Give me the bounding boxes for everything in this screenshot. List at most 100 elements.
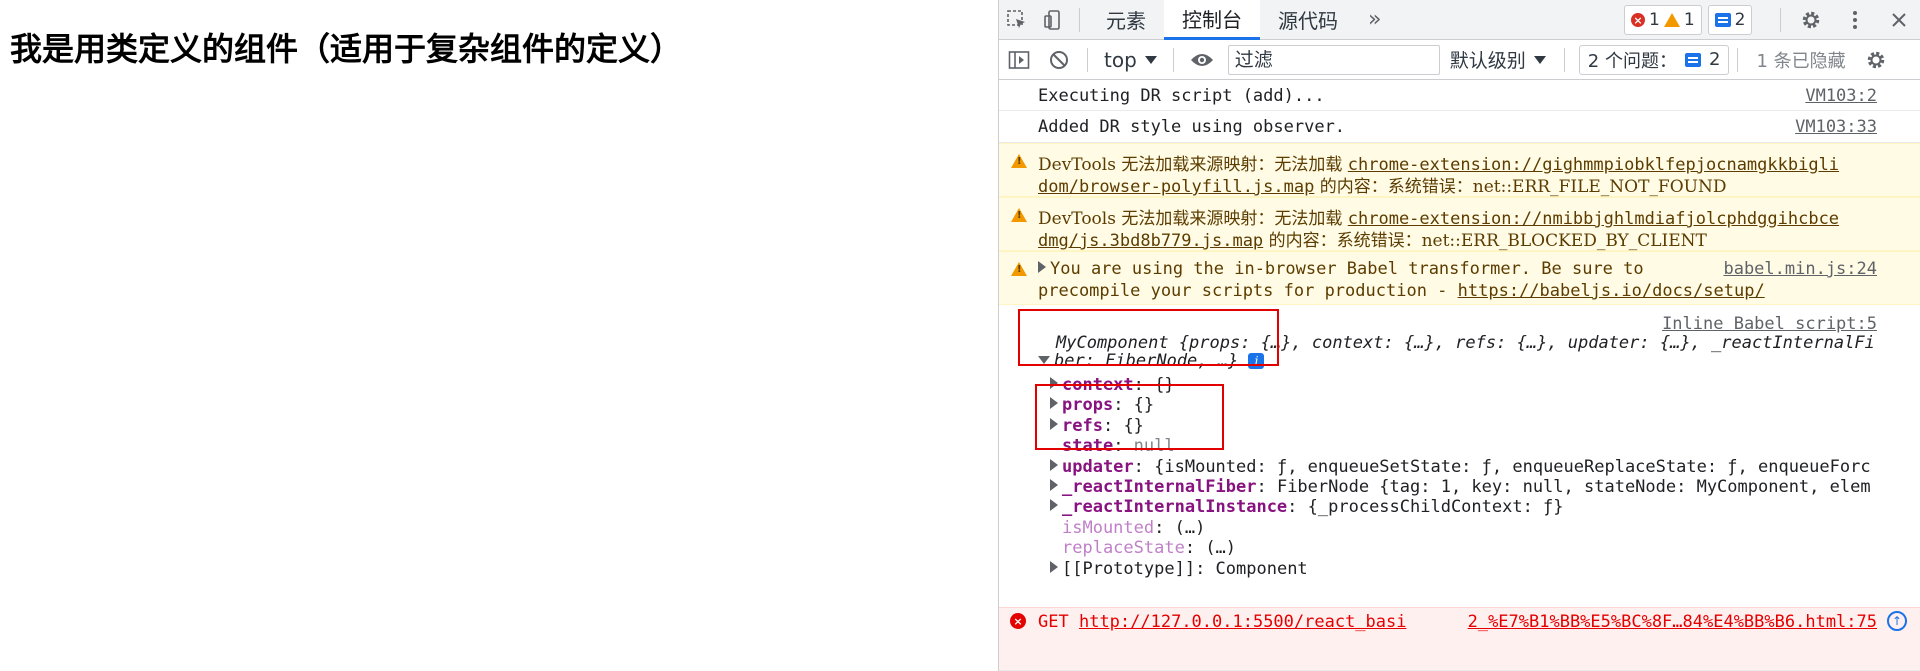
message-source-link[interactable]: VM103:33	[1795, 117, 1877, 137]
network-request-icon[interactable]: ↑	[1887, 611, 1907, 631]
message-icon	[1684, 52, 1701, 67]
error-url-link[interactable]: http://127.0.0.1:5500/react_basi	[1079, 612, 1407, 632]
tab-sources[interactable]: 源代码	[1260, 0, 1356, 40]
object-property-row[interactable]: [[Prototype]]: Component	[1050, 559, 1308, 579]
highlight-box	[1035, 384, 1224, 450]
object-property-row: replaceState: (…)	[1050, 538, 1236, 558]
property-key: isMounted	[1062, 517, 1155, 538]
web-page: 我是用类定义的组件（适用于复杂组件的定义）	[0, 0, 998, 671]
object-property-row[interactable]: updater: {isMounted: ƒ, enqueueSetState:…	[1050, 457, 1871, 477]
message-source-link[interactable]: babel.min.js:24	[1723, 259, 1877, 279]
issue-counters: × 1 1 2	[1624, 5, 1753, 35]
devtools-panel: 元素 控制台 源代码 » × 1 1 2 top 过滤 默认级别 2 个问题： …	[998, 0, 1920, 671]
eye-icon[interactable]	[1182, 40, 1222, 80]
message-source-link[interactable]: VM103:2	[1805, 86, 1877, 106]
warning-text: precompile your scripts for production -	[1038, 281, 1458, 301]
message-icon	[1714, 13, 1731, 27]
error-warning-counter[interactable]: × 1 1	[1624, 5, 1702, 35]
error-method: GET	[1038, 612, 1069, 632]
expand-triangle-icon[interactable]	[1050, 479, 1058, 491]
toolbar-divider	[1737, 47, 1739, 72]
console-output: Executing DR script (add)... VM103:2 Add…	[999, 80, 1920, 671]
error-source-link[interactable]: 2_%E7%B1%BB%E5%BC%8F…84%E4%BB%B6.html:75	[1468, 612, 1877, 632]
warning-text: You are using the in-browser Babel trans…	[1050, 259, 1644, 279]
property-value: {isMounted: ƒ, enqueueSetState: ƒ, enque…	[1154, 456, 1871, 477]
error-text: GET http://127.0.0.1:5500/react_basi	[1038, 612, 1406, 632]
issues-button[interactable]: 2 个问题： 2	[1578, 44, 1730, 75]
property-colon: :	[1154, 517, 1175, 538]
property-colon: :	[1195, 558, 1216, 579]
toolbar-divider	[1780, 8, 1781, 32]
kebab-menu-icon[interactable]	[1833, 0, 1877, 40]
object-property-row[interactable]: _reactInternalInstance: {_processChildCo…	[1050, 497, 1564, 517]
console-object-log: Inline Babel script:5 MyComponent {props…	[999, 305, 1920, 607]
context-value: top	[1104, 47, 1137, 72]
expand-triangle-icon[interactable]	[1050, 499, 1058, 512]
console-warning: DevTools 无法加载来源映射：无法加载 chrome-extension:…	[999, 143, 1920, 197]
property-key: [[Prototype]]	[1062, 558, 1196, 579]
sidebar-toggle-icon[interactable]	[999, 40, 1039, 80]
object-property-row[interactable]: _reactInternalFiber: FiberNode {tag: 1, …	[1050, 477, 1871, 497]
property-key: _reactInternalFiber	[1062, 477, 1257, 497]
filter-input[interactable]	[1227, 44, 1440, 75]
warning-suffix: 的内容：系统错误：net::ERR_BLOCKED_BY_CLIENT	[1263, 231, 1707, 251]
warning-text-line1[interactable]: You are using the in-browser Babel trans…	[1038, 259, 1644, 279]
tab-elements[interactable]: 元素	[1088, 0, 1164, 40]
expand-triangle-icon[interactable]	[1050, 560, 1058, 573]
property-colon: :	[1184, 538, 1206, 559]
console-settings-gear-icon[interactable]	[1856, 40, 1896, 80]
chevron-down-icon	[1533, 55, 1546, 64]
log-levels-dropdown[interactable]: 默认级别	[1440, 46, 1556, 73]
message-text: Added DR style using observer.	[1038, 117, 1346, 137]
warning-icon	[1011, 262, 1027, 276]
toolbar-divider	[1172, 47, 1174, 72]
property-key: _reactInternalInstance	[1062, 497, 1288, 518]
more-tabs-icon[interactable]: »	[1356, 7, 1393, 32]
warning-count: 1	[1683, 10, 1695, 30]
tab-console[interactable]: 控制台	[1164, 0, 1260, 40]
property-value: Component	[1215, 558, 1308, 579]
error-icon: ×	[1631, 13, 1645, 27]
log-levels-label: 默认级别	[1449, 50, 1526, 72]
warning-link[interactable]: dom/browser-polyfill.js.map	[1038, 177, 1314, 197]
clear-console-icon[interactable]	[1039, 40, 1079, 80]
toolbar-divider	[1563, 47, 1565, 72]
property-value[interactable]: (…)	[1175, 518, 1206, 538]
warning-link[interactable]: https://babeljs.io/docs/setup/	[1458, 281, 1765, 301]
console-error: × GET http://127.0.0.1:5500/react_basi 2…	[999, 607, 1920, 671]
object-property-row: isMounted: (…)	[1050, 518, 1205, 538]
message-counter[interactable]: 2	[1707, 5, 1753, 35]
property-key: updater	[1062, 456, 1134, 477]
warning-link[interactable]: dmg/js.3bd8b779.js.map	[1038, 231, 1263, 251]
warning-icon	[1011, 208, 1027, 222]
console-warning: DevTools 无法加载来源映射：无法加载 chrome-extension:…	[999, 197, 1920, 251]
property-colon: :	[1287, 497, 1308, 518]
warning-icon	[1011, 154, 1027, 168]
property-colon: :	[1256, 477, 1277, 497]
message-source-link[interactable]: Inline Babel script:5	[1662, 314, 1877, 334]
inspect-element-icon[interactable]	[999, 0, 1035, 40]
message-text: Executing DR script (add)...	[1038, 86, 1325, 106]
warning-text-line2: dom/browser-polyfill.js.map 的内容：系统错误：net…	[1038, 172, 1726, 197]
gear-icon[interactable]	[1789, 0, 1833, 40]
context-selector[interactable]: top	[1096, 48, 1165, 72]
message-count: 2	[1734, 10, 1746, 30]
error-icon: ×	[1010, 613, 1026, 629]
console-message: Executing DR script (add)... VM103:2	[999, 80, 1920, 111]
close-icon[interactable]	[1877, 0, 1920, 40]
warning-text-line2: precompile your scripts for production -…	[1038, 281, 1765, 301]
highlight-box	[1018, 309, 1279, 366]
issues-count: 2	[1708, 49, 1721, 70]
property-value[interactable]: (…)	[1205, 538, 1236, 558]
chevron-down-icon	[1144, 55, 1157, 64]
property-value: {_processChildContext: ƒ}	[1307, 497, 1564, 518]
error-count: 1	[1649, 10, 1660, 30]
expand-triangle-icon[interactable]	[1050, 458, 1058, 471]
console-warning: You are using the in-browser Babel trans…	[999, 251, 1920, 305]
property-key: replaceState	[1062, 538, 1185, 559]
warning-suffix: 的内容：系统错误：net::ERR_FILE_NOT_FOUND	[1314, 177, 1727, 197]
expand-triangle-icon[interactable]	[1038, 261, 1046, 273]
device-toolbar-icon[interactable]	[1035, 0, 1071, 40]
property-colon: :	[1133, 456, 1155, 477]
issues-label: 2 个问题：	[1587, 50, 1677, 72]
